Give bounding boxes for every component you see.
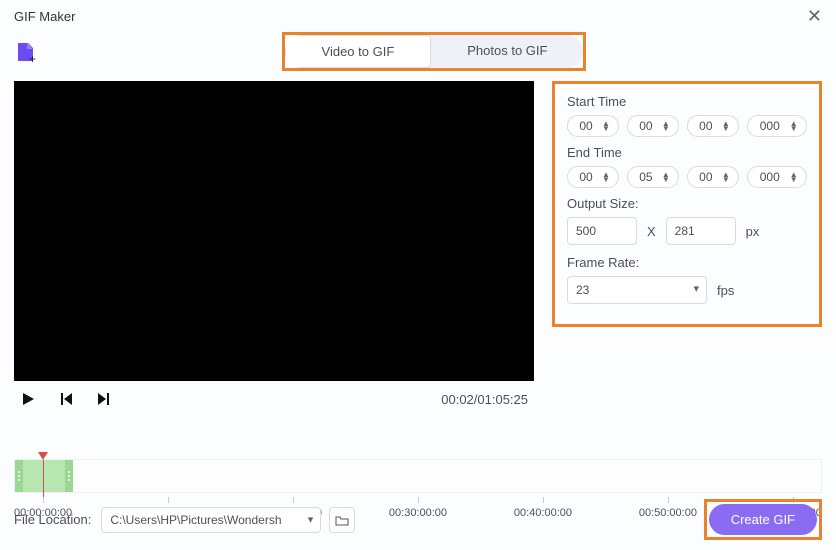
close-icon[interactable]: ✕ (807, 6, 822, 27)
app-logo-icon: + (14, 40, 38, 64)
start-hours-stepper[interactable]: 00▲▼ (567, 115, 619, 137)
create-highlight: Create GIF (704, 499, 822, 540)
output-size-label: Output Size: (567, 196, 807, 211)
timeline-track[interactable] (14, 459, 822, 493)
start-time-label: Start Time (567, 94, 807, 109)
size-separator: X (647, 224, 656, 239)
end-ms-stepper[interactable]: 000▲▼ (747, 166, 807, 188)
tab-video-to-gif[interactable]: Video to GIF (285, 35, 432, 68)
end-seconds-stepper[interactable]: 00▲▼ (687, 166, 739, 188)
file-location-label: File Location: (14, 512, 91, 527)
create-gif-button[interactable]: Create GIF (709, 504, 817, 535)
clip-end-handle[interactable] (65, 460, 73, 492)
start-minutes-stepper[interactable]: 00▲▼ (627, 115, 679, 137)
frame-rate-label: Frame Rate: (567, 255, 807, 270)
file-location-select[interactable] (101, 507, 321, 533)
next-icon[interactable] (96, 391, 112, 407)
frame-rate-select[interactable] (567, 276, 707, 304)
clip-start-handle[interactable] (15, 460, 23, 492)
playback-time: 00:02/01:05:25 (441, 392, 528, 407)
settings-panel: Start Time 00▲▼ 00▲▼ 00▲▼ 000▲▼ End Time… (552, 81, 822, 327)
start-ms-stepper[interactable]: 000▲▼ (747, 115, 807, 137)
window-title: GIF Maker (14, 9, 75, 24)
svg-text:+: + (29, 52, 36, 64)
tabs-highlight: Video to GIF Photos to GIF (282, 32, 587, 71)
browse-folder-button[interactable] (329, 507, 355, 533)
tab-photos-to-gif[interactable]: Photos to GIF (431, 35, 583, 68)
video-preview (14, 81, 534, 381)
play-icon[interactable] (20, 391, 36, 407)
output-width-input[interactable] (567, 217, 637, 245)
end-hours-stepper[interactable]: 00▲▼ (567, 166, 619, 188)
folder-icon (335, 514, 349, 526)
end-minutes-stepper[interactable]: 05▲▼ (627, 166, 679, 188)
playhead[interactable] (43, 452, 48, 502)
size-unit: px (746, 224, 760, 239)
start-seconds-stepper[interactable]: 00▲▼ (687, 115, 739, 137)
prev-icon[interactable] (58, 391, 74, 407)
output-height-input[interactable] (666, 217, 736, 245)
frame-rate-unit: fps (717, 283, 734, 298)
end-time-label: End Time (567, 145, 807, 160)
